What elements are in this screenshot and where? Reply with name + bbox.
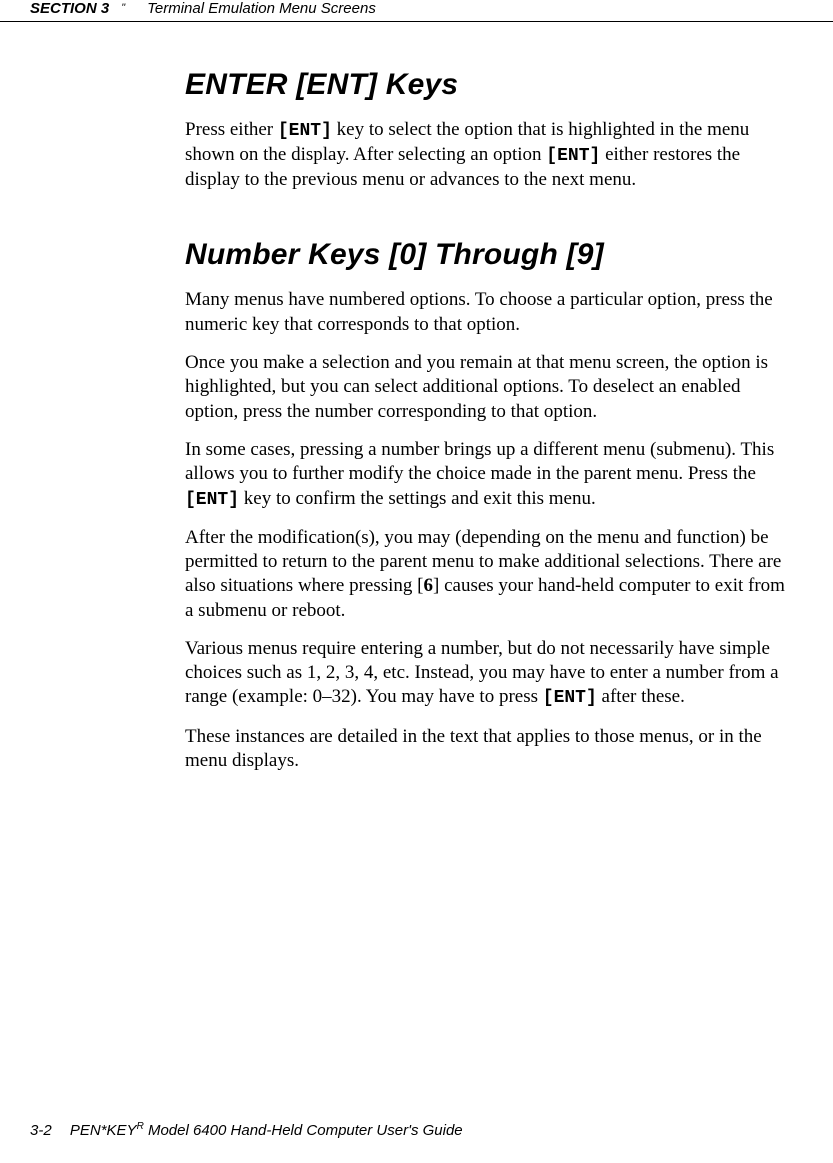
text-fragment: after these. (597, 686, 685, 707)
paragraph-number-intro: Many menus have numbered options. To cho… (185, 288, 793, 337)
footer-superscript: R (137, 1121, 144, 1132)
page-content: ENTER [ENT] Keys Press either [ENT] key … (0, 68, 833, 773)
header-title: Terminal Emulation Menu Screens (147, 0, 376, 17)
header-quote-mark: " (121, 2, 125, 14)
page-footer: 3-2 PEN*KEYR Model 6400 Hand-Held Comput… (30, 1121, 463, 1139)
key-label-ent: [ENT] (278, 121, 332, 141)
key-label-ent: [ENT] (546, 146, 600, 166)
footer-page-number: 3-2 (30, 1122, 52, 1139)
text-fragment: In some cases, pressing a number brings … (185, 439, 774, 484)
footer-guide-title: Model 6400 Hand-Held Computer User's Gui… (144, 1122, 463, 1139)
footer-product-name: PEN*KEY (70, 1122, 137, 1139)
paragraph-modification: After the modification(s), you may (depe… (185, 526, 793, 623)
text-fragment: Press either (185, 119, 278, 140)
heading-enter-keys: ENTER [ENT] Keys (185, 68, 793, 102)
key-label-ent: [ENT] (185, 490, 239, 510)
bold-number-six: 6 (424, 575, 434, 596)
paragraph-selection: Once you make a selection and you remain… (185, 351, 793, 424)
paragraph-submenu: In some cases, pressing a number brings … (185, 438, 793, 512)
paragraph-instances: These instances are detailed in the text… (185, 725, 793, 774)
text-fragment: key to confirm the settings and exit thi… (239, 488, 596, 509)
page-header: SECTION 3 " Terminal Emulation Menu Scre… (0, 0, 833, 22)
key-label-ent: [ENT] (543, 688, 597, 708)
heading-number-keys: Number Keys [0] Through [9] (185, 238, 793, 272)
text-fragment: Various menus require entering a number,… (185, 638, 779, 708)
paragraph-enter-desc: Press either [ENT] key to select the opt… (185, 118, 793, 192)
header-section-label: SECTION 3 (30, 0, 109, 17)
paragraph-range: Various menus require entering a number,… (185, 637, 793, 711)
